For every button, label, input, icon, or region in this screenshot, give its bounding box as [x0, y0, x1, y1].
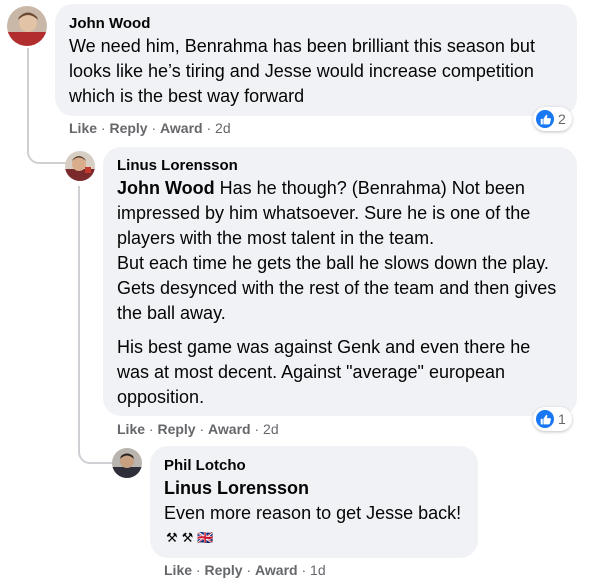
reaction-number: 2: [558, 111, 566, 127]
separator-dot: ·: [195, 421, 209, 437]
timestamp[interactable]: 1d: [310, 562, 326, 578]
reaction-count[interactable]: 2: [533, 107, 572, 131]
mention-link[interactable]: Linus Lorensson: [164, 478, 309, 498]
avatar-linus-lorensson[interactable]: [65, 151, 95, 181]
award-link[interactable]: Award: [255, 562, 298, 578]
separator-dot: ·: [97, 120, 110, 136]
uk-flag-icon: 🇬🇧: [197, 530, 214, 545]
comment-actions: Like · Reply · Award · 1d: [164, 562, 326, 578]
comment-actions: Like · Reply · Award · 2d: [69, 120, 231, 136]
reply-link[interactable]: Reply: [204, 562, 242, 578]
comment-paragraph: Even more reason to get Jesse back!: [164, 503, 462, 523]
hammer-pick-icon: ⚒: [166, 530, 178, 545]
comment-paragraph: John Wood Has he though? (Benrahma) Not …: [117, 176, 567, 251]
separator-dot: ·: [145, 421, 158, 437]
comment-author[interactable]: Linus Lorensson: [117, 157, 238, 174]
comment-text: John Wood Has he though? (Benrahma) Not …: [117, 176, 567, 410]
thumbs-up-icon: [536, 110, 554, 128]
thumbs-up-icon: [536, 410, 554, 428]
reply-link[interactable]: Reply: [157, 421, 195, 437]
separator-dot: ·: [242, 562, 256, 578]
separator-dot: ·: [297, 562, 311, 578]
hammer-pick-icon: ⚒: [181, 530, 194, 545]
comment-author[interactable]: Phil Lotcho: [164, 457, 246, 474]
reaction-count[interactable]: 1: [533, 407, 572, 431]
comment-paragraph: His best game was against Genk and even …: [117, 337, 531, 407]
like-link[interactable]: Like: [164, 562, 192, 578]
mention-link[interactable]: John Wood: [117, 178, 215, 198]
avatar-phil-lotcho[interactable]: [112, 448, 142, 478]
timestamp[interactable]: 2d: [263, 421, 279, 437]
avatar-john-wood[interactable]: [7, 6, 47, 46]
separator-dot: ·: [202, 120, 216, 136]
comment-paragraph: But each time he gets the ball he slows …: [117, 253, 557, 323]
separator-dot: ·: [250, 421, 264, 437]
separator-dot: ·: [192, 562, 205, 578]
timestamp[interactable]: 2d: [215, 120, 231, 136]
reply-link[interactable]: Reply: [109, 120, 147, 136]
comment-text: We need him, Benrahma has been brilliant…: [69, 34, 569, 109]
emoji-row: ⚒ ⚒ 🇬🇧: [166, 530, 214, 546]
comment-paragraph: Linus Lorensson: [164, 476, 474, 501]
comment-paragraph: We need him, Benrahma has been brilliant…: [69, 36, 535, 106]
award-link[interactable]: Award: [160, 120, 203, 136]
comment-actions: Like · Reply · Award · 2d: [117, 421, 279, 437]
separator-dot: ·: [147, 120, 161, 136]
reaction-number: 1: [558, 411, 566, 427]
like-link[interactable]: Like: [69, 120, 97, 136]
comment-text: Linus Lorensson Even more reason to get …: [164, 476, 474, 526]
comment-author[interactable]: John Wood: [69, 15, 150, 32]
like-link[interactable]: Like: [117, 421, 145, 437]
award-link[interactable]: Award: [208, 421, 251, 437]
